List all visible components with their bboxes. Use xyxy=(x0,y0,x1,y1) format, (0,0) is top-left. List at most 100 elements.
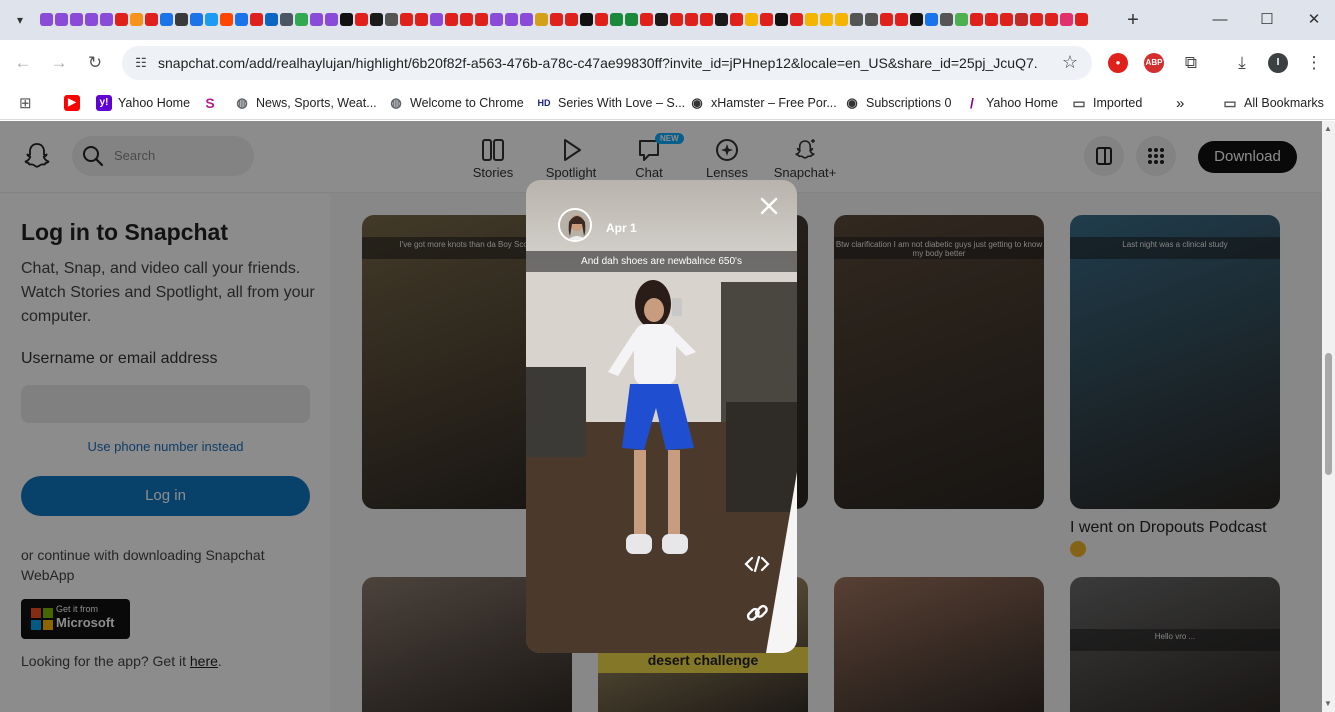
tab-favicon-icon[interactable] xyxy=(760,13,773,26)
tab-favicon-icon[interactable] xyxy=(595,13,608,26)
address-bar[interactable]: ☷ snapchat.com/add/realhaylujan/highligh… xyxy=(122,46,1092,80)
forward-button[interactable]: → xyxy=(47,51,71,75)
tab-favicon-icon[interactable] xyxy=(100,13,113,26)
bookmark-yahoo-home-2[interactable]: / Yahoo Home xyxy=(964,92,1058,114)
tab-favicon-icon[interactable] xyxy=(685,13,698,26)
page-scrollbar[interactable]: ▲ ▼ xyxy=(1322,121,1335,712)
tab-favicon-icon[interactable] xyxy=(850,13,863,26)
tab-favicon-icon[interactable] xyxy=(520,13,533,26)
tab-favicon-icon[interactable] xyxy=(895,13,908,26)
extensions-puzzle-icon[interactable]: ⧉ xyxy=(1179,51,1203,75)
tab-favicon-icon[interactable] xyxy=(580,13,593,26)
tab-favicon-icon[interactable] xyxy=(325,13,338,26)
tab-favicon-icon[interactable] xyxy=(280,13,293,26)
tab-favicon-icon[interactable] xyxy=(385,13,398,26)
tab-favicon-icon[interactable] xyxy=(370,13,383,26)
tab-favicon-icon[interactable] xyxy=(940,13,953,26)
tab-favicon-icon[interactable] xyxy=(505,13,518,26)
tab-favicon-icon[interactable] xyxy=(1030,13,1043,26)
apps-grid-icon[interactable]: ⊞ xyxy=(19,92,32,114)
tab-favicon-icon[interactable] xyxy=(235,13,248,26)
url-text[interactable]: snapchat.com/add/realhaylujan/highlight/… xyxy=(158,55,1038,71)
tab-favicon-icon[interactable] xyxy=(835,13,848,26)
tab-favicon-icon[interactable] xyxy=(490,13,503,26)
tab-favicon-icon[interactable] xyxy=(445,13,458,26)
site-info-icon[interactable]: ☷ xyxy=(132,54,150,72)
tab-favicon-icon[interactable] xyxy=(700,13,713,26)
close-icon[interactable] xyxy=(757,194,781,218)
embed-code-icon[interactable] xyxy=(744,551,770,577)
tab-favicon-icon[interactable] xyxy=(190,13,203,26)
tab-favicon-icon[interactable] xyxy=(175,13,188,26)
tab-favicon-icon[interactable] xyxy=(1015,13,1028,26)
new-tab-button[interactable]: + xyxy=(1121,8,1145,32)
tab-favicon-icon[interactable] xyxy=(70,13,83,26)
tab-favicon-icon[interactable] xyxy=(970,13,983,26)
tab-favicon-icon[interactable] xyxy=(115,13,128,26)
adblock-plus-icon[interactable]: ABP xyxy=(1144,53,1164,73)
tab-favicon-icon[interactable] xyxy=(910,13,923,26)
copy-link-icon[interactable] xyxy=(744,600,770,626)
bookmark-youtube[interactable]: ▶ xyxy=(64,92,80,114)
tab-favicon-icon[interactable] xyxy=(460,13,473,26)
tab-favicon-icon[interactable] xyxy=(265,13,278,26)
tab-favicon-icon[interactable] xyxy=(415,13,428,26)
tab-favicon-icon[interactable] xyxy=(145,13,158,26)
tab-favicon-icon[interactable] xyxy=(820,13,833,26)
bookmark-news[interactable]: ◍ News, Sports, Weat... xyxy=(234,92,377,114)
tab-favicon-icon[interactable] xyxy=(475,13,488,26)
bookmark-series[interactable]: HD Series With Love – S... xyxy=(536,92,685,114)
tab-favicon-icon[interactable] xyxy=(715,13,728,26)
tab-favicon-icon[interactable] xyxy=(730,13,743,26)
scroll-up-arrow[interactable]: ▲ xyxy=(1324,124,1332,133)
close-window-button[interactable]: ✕ xyxy=(1302,8,1326,32)
tab-favicon-icon[interactable] xyxy=(355,13,368,26)
chrome-menu-icon[interactable]: ⋮ xyxy=(1302,51,1326,75)
tab-favicon-icon[interactable] xyxy=(205,13,218,26)
tab-favicon-icon[interactable] xyxy=(400,13,413,26)
scrollbar-thumb[interactable] xyxy=(1325,353,1332,475)
tab-favicon-icon[interactable] xyxy=(745,13,758,26)
tab-favicon-icon[interactable] xyxy=(310,13,323,26)
tab-favicon-icon[interactable] xyxy=(880,13,893,26)
tab-favicon-icon[interactable] xyxy=(85,13,98,26)
bookmark-s[interactable]: S xyxy=(202,92,218,114)
tab-favicon-icon[interactable] xyxy=(430,13,443,26)
tab-favicon-icon[interactable] xyxy=(295,13,308,26)
more-bookmarks-button[interactable]: » xyxy=(1176,92,1184,114)
tab-favicon-icon[interactable] xyxy=(670,13,683,26)
back-button[interactable]: ← xyxy=(11,51,35,75)
all-bookmarks-folder[interactable]: ▭ All Bookmarks xyxy=(1222,92,1324,114)
tab-favicon-icon[interactable] xyxy=(340,13,353,26)
tab-favicon-icon[interactable] xyxy=(925,13,938,26)
profile-avatar[interactable]: I xyxy=(1268,53,1288,73)
extension-red-icon[interactable]: ● xyxy=(1108,53,1128,73)
tab-favicon-icon[interactable] xyxy=(250,13,263,26)
tab-favicon-icon[interactable] xyxy=(955,13,968,26)
tab-search-button[interactable]: ▾ xyxy=(8,8,32,32)
tab-favicon-icon[interactable] xyxy=(655,13,668,26)
bookmark-xhamster[interactable]: ◉ xHamster – Free Por... xyxy=(689,92,837,114)
tab-favicon-icon[interactable] xyxy=(40,13,53,26)
tab-favicon-icon[interactable] xyxy=(865,13,878,26)
tab-favicon-icon[interactable] xyxy=(1075,13,1088,26)
tab-favicon-icon[interactable] xyxy=(55,13,68,26)
downloads-icon[interactable]: ⤓ xyxy=(1230,51,1254,75)
maximize-button[interactable]: ☐ xyxy=(1255,8,1279,32)
tab-favicon-icon[interactable] xyxy=(1000,13,1013,26)
tab-favicon-icon[interactable] xyxy=(160,13,173,26)
bookmark-star-icon[interactable]: ☆ xyxy=(1062,52,1078,73)
bookmark-yahoo-home[interactable]: y! Yahoo Home xyxy=(96,92,190,114)
minimize-button[interactable]: — xyxy=(1208,8,1232,32)
bookmark-folder-imported[interactable]: ▭ Imported xyxy=(1071,92,1142,114)
tab-favicon-icon[interactable] xyxy=(220,13,233,26)
tab-favicon-icon[interactable] xyxy=(550,13,563,26)
tab-favicon-icon[interactable] xyxy=(775,13,788,26)
reload-button[interactable]: ↻ xyxy=(83,51,107,75)
scroll-down-arrow[interactable]: ▼ xyxy=(1324,699,1332,708)
tab-favicon-icon[interactable] xyxy=(1045,13,1058,26)
tab-favicons[interactable] xyxy=(40,11,1090,29)
tab-favicon-icon[interactable] xyxy=(535,13,548,26)
tab-favicon-icon[interactable] xyxy=(130,13,143,26)
tab-favicon-icon[interactable] xyxy=(1060,13,1073,26)
